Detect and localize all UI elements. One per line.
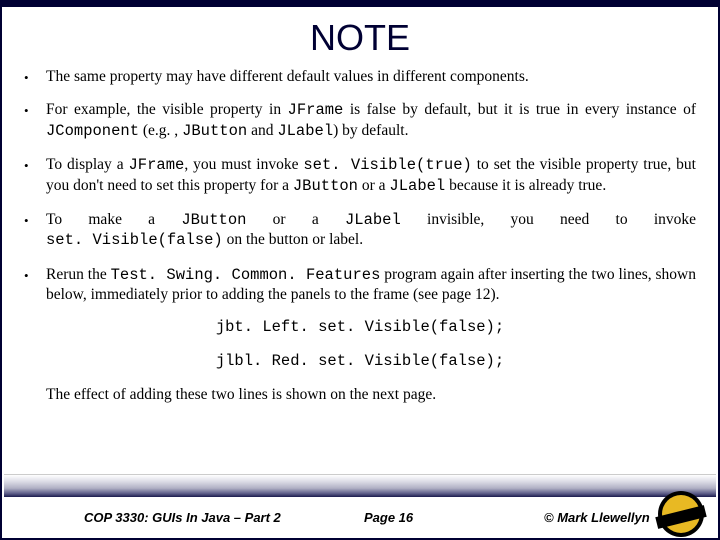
- code-run: JFrame: [288, 101, 344, 119]
- code-run: JComponent: [46, 122, 139, 140]
- text-run: To display a: [46, 156, 129, 173]
- slide-container: NOTE • The same property may have differ…: [0, 0, 720, 540]
- text-run: , you must invoke: [184, 156, 303, 173]
- text-run: To make a: [46, 211, 181, 228]
- bullet-text: Rerun the Test. Swing. Common. Features …: [46, 265, 696, 305]
- slide-body: • The same property may have different d…: [2, 67, 718, 538]
- text-run: Rerun the: [46, 266, 111, 283]
- bullet-dot: •: [24, 210, 46, 251]
- bullet-item: • To make a JButton or a JLabel invisibl…: [24, 210, 696, 251]
- code-run: Test. Swing. Common. Features: [111, 266, 381, 284]
- bullet-text: To display a JFrame, you must invoke set…: [46, 155, 696, 196]
- code-run: set. Visible(true): [303, 156, 471, 174]
- footer: COP 3330: GUIs In Java – Part 2 Page 16 …: [4, 474, 716, 536]
- text-run: is false by default, but it is true in e…: [343, 101, 696, 118]
- footer-gradient: [4, 474, 716, 497]
- footer-bar: COP 3330: GUIs In Java – Part 2 Page 16 …: [4, 497, 716, 537]
- ucf-logo-icon: [658, 491, 704, 537]
- bullet-item: • For example, the visible property in J…: [24, 100, 696, 141]
- bullet-item: • To display a JFrame, you must invoke s…: [24, 155, 696, 196]
- text-run: or a: [246, 211, 345, 228]
- code-run: JFrame: [129, 156, 185, 174]
- bullet-dot: •: [24, 67, 46, 86]
- text-run: and: [247, 122, 277, 139]
- code-line: jlbl. Red. set. Visible(false);: [24, 352, 696, 371]
- text-run: (e.g. ,: [139, 122, 182, 139]
- text-run: ) by default.: [333, 122, 408, 139]
- top-accent-bar: [2, 2, 718, 7]
- bullet-item: • Rerun the Test. Swing. Common. Feature…: [24, 265, 696, 305]
- text-run: on the button or label.: [223, 231, 363, 248]
- bullet-dot: •: [24, 265, 46, 305]
- code-run: JButton: [293, 177, 358, 195]
- code-run: JLabel: [389, 177, 445, 195]
- code-run: JButton: [181, 211, 246, 229]
- bullet-item: • The same property may have different d…: [24, 67, 696, 86]
- text-run: or a: [358, 177, 389, 194]
- bullet-text: To make a JButton or a JLabel invisible,…: [46, 210, 696, 251]
- closing-text: The effect of adding these two lines is …: [46, 385, 696, 404]
- text-run: because it is already true.: [445, 177, 606, 194]
- code-run: JLabel: [345, 211, 401, 229]
- code-run: set. Visible(false): [46, 231, 223, 249]
- code-line: jbt. Left. set. Visible(false);: [24, 318, 696, 337]
- text-run: For example, the visible property in: [46, 101, 288, 118]
- bullet-dot: •: [24, 100, 46, 141]
- bullet-text: The same property may have different def…: [46, 67, 696, 86]
- text-run: The same property may have different def…: [46, 68, 529, 85]
- footer-page: Page 16: [364, 510, 524, 525]
- slide-title: NOTE: [2, 17, 718, 59]
- code-run: JLabel: [277, 122, 333, 140]
- bullet-dot: •: [24, 155, 46, 196]
- footer-course: COP 3330: GUIs In Java – Part 2: [4, 510, 364, 525]
- code-run: JButton: [182, 122, 247, 140]
- text-run: invisible, you need to invoke: [401, 211, 696, 228]
- bullet-text: For example, the visible property in JFr…: [46, 100, 696, 141]
